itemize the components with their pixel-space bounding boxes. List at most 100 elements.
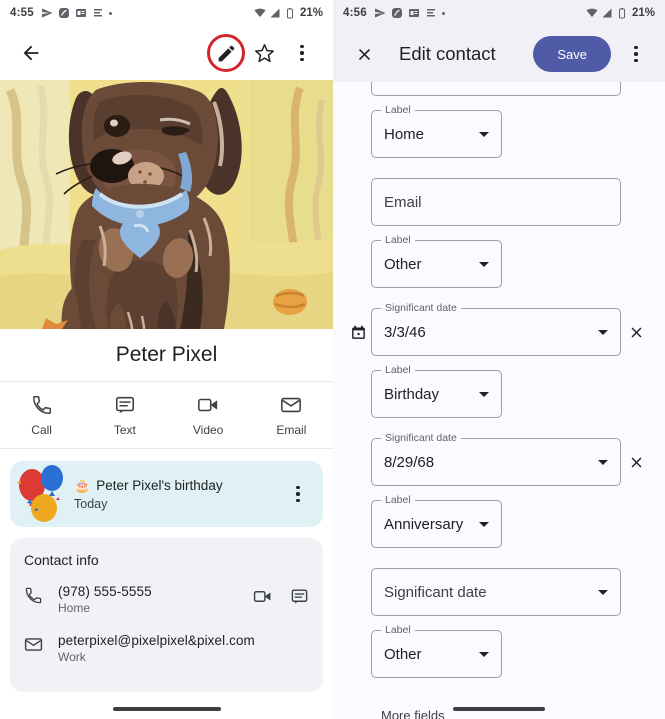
phone-label: Home <box>58 601 91 615</box>
action-email[interactable]: Email <box>250 394 333 437</box>
status-right-group: 21% <box>254 7 323 19</box>
action-call[interactable]: Call <box>0 394 83 437</box>
contact-name-section: Peter Pixel <box>0 329 333 381</box>
action-video-label: Video <box>192 423 224 437</box>
birthday-overflow-button[interactable] <box>279 475 317 513</box>
significant-date-1-value: 3/3/46 <box>384 323 426 341</box>
significant-date-3-field[interactable]: Significant date <box>371 568 621 616</box>
significant-date-3-placeholder: Significant date <box>384 583 487 601</box>
email-field[interactable]: Email <box>371 178 621 226</box>
phone-label-select[interactable]: Label Home <box>371 104 502 158</box>
edit-contact-button[interactable] <box>207 34 245 72</box>
more-vert-icon <box>296 485 300 503</box>
significant-date-3-label-select[interactable]: Label Other <box>371 624 502 678</box>
signal-icon <box>270 8 280 18</box>
favorite-button[interactable] <box>245 34 283 72</box>
significant-date-2-field[interactable]: Significant date 8/29/68 <box>371 432 621 486</box>
wifi-icon <box>254 8 266 17</box>
quick-actions-row: Call Text Video Email <box>0 381 333 449</box>
field-row-sigdate-2: Significant date 8/29/68 <box>333 432 665 486</box>
status-bar-left: 4:55 21% <box>0 0 333 26</box>
email-label-select[interactable]: Label Other <box>371 234 502 288</box>
chevron-down-icon <box>598 329 608 335</box>
field-row-sigdate-2-label: Label Anniversary <box>333 494 665 548</box>
birthday-subtitle: Today <box>74 496 108 511</box>
field-row-sigdate-1-label: Label Birthday <box>333 364 665 418</box>
save-button[interactable]: Save <box>533 36 611 72</box>
action-call-label: Call <box>31 423 52 437</box>
chevron-down-icon <box>479 521 489 527</box>
more-vert-icon <box>634 45 638 63</box>
email-text: peterpixel@pixelpixel&pixel.com Work <box>58 633 309 664</box>
contact-photo[interactable] <box>0 80 333 329</box>
contact-info-title: Contact info <box>24 552 99 568</box>
videocam-icon <box>198 398 218 412</box>
remove-significant-date-2-button[interactable] <box>621 454 651 471</box>
envelope-icon <box>281 397 302 413</box>
close-icon <box>631 457 641 467</box>
significant-date-1-field[interactable]: Significant date 3/3/46 <box>371 302 621 356</box>
screen-title: Edit contact <box>399 43 496 64</box>
overflow-menu-button[interactable] <box>283 34 321 72</box>
significant-date-1-label-select[interactable]: Label Birthday <box>371 364 502 418</box>
battery-percent: 21% <box>631 7 655 19</box>
phone-row-actions <box>253 584 309 611</box>
battery-icon <box>286 8 293 19</box>
app-icon <box>391 8 402 18</box>
significant-date-1-floating-label: Significant date <box>381 302 461 314</box>
email-label: Work <box>58 650 86 664</box>
significant-date-2-label-select[interactable]: Label Anniversary <box>371 494 502 548</box>
dot-icon <box>441 11 445 15</box>
action-text-label: Text <box>113 423 136 437</box>
send-icon <box>374 8 386 18</box>
battery-icon <box>618 8 625 19</box>
birthday-card[interactable]: 🎂 Peter Pixel's birthday Today <box>10 461 323 527</box>
email-label-value: Other <box>384 255 422 273</box>
contact-detail-screen: 4:55 21% Peter Pixel Call Text Video Ema… <box>0 0 333 719</box>
app-icon <box>58 8 69 18</box>
videocam-icon[interactable] <box>253 587 272 611</box>
email-label-floating-label: Label <box>381 234 415 246</box>
message-icon <box>115 396 134 414</box>
status-time: 4:56 <box>343 7 367 19</box>
significant-date-2-label-floating-label: Label <box>381 494 415 506</box>
battery-percent: 21% <box>299 7 323 19</box>
chevron-down-icon <box>479 131 489 137</box>
dachshund-portrait <box>0 80 333 329</box>
status-left-group: 4:56 <box>343 7 445 19</box>
card-icon <box>408 9 419 17</box>
more-vert-icon <box>300 44 304 62</box>
significant-date-3-label-floating-label: Label <box>381 624 415 636</box>
field-row-phone-label: Label Home <box>333 104 665 158</box>
remove-significant-date-1-button[interactable] <box>621 324 651 341</box>
significant-date-2-floating-label: Significant date <box>381 432 461 444</box>
action-email-label: Email <box>276 423 307 437</box>
close-button[interactable] <box>345 35 383 73</box>
balloons-icon <box>17 465 63 522</box>
back-button[interactable] <box>12 34 50 72</box>
action-text[interactable]: Text <box>83 394 166 437</box>
contact-info-row-phone[interactable]: (978) 555-5555 Home <box>24 584 309 615</box>
field-row-sigdate-3-label: Label Other <box>333 624 665 678</box>
birthday-title: Peter Pixel's birthday <box>96 478 223 493</box>
edit-overflow-button[interactable] <box>617 35 655 73</box>
birthday-title-row: 🎂 Peter Pixel's birthday <box>74 478 279 494</box>
message-icon[interactable] <box>290 587 309 611</box>
chevron-down-icon <box>479 391 489 397</box>
phone-partial-field[interactable] <box>371 82 621 96</box>
gesture-home-bar[interactable] <box>112 707 221 711</box>
status-left-group: 4:55 <box>10 7 112 19</box>
gesture-home-bar[interactable] <box>453 707 545 711</box>
status-time: 4:55 <box>10 7 34 19</box>
phone-text: (978) 555-5555 Home <box>58 584 239 615</box>
edit-app-bar: Edit contact Save <box>333 26 665 82</box>
calendar-icon <box>345 324 371 341</box>
list-icon <box>426 9 435 17</box>
contact-info-row-email[interactable]: peterpixel@pixelpixel&pixel.com Work <box>24 633 309 664</box>
action-video[interactable]: Video <box>167 394 250 437</box>
contact-app-bar <box>0 26 333 80</box>
field-row-sigdate-3: Significant date <box>333 568 665 616</box>
status-bar-right: 4:56 21% <box>333 0 665 26</box>
pencil-edit-icon <box>218 45 234 61</box>
envelope-icon <box>24 633 44 659</box>
